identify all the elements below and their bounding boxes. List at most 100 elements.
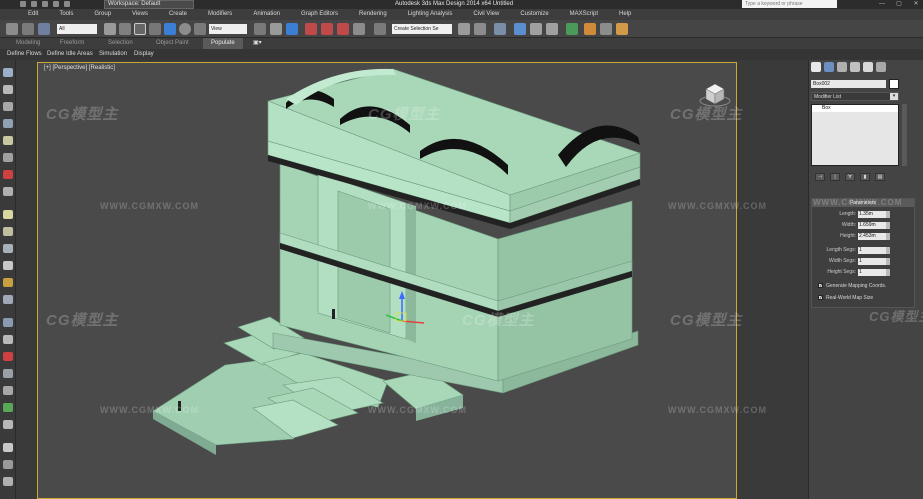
viewcube-icon[interactable] <box>698 77 732 111</box>
menu-views[interactable]: Views <box>132 9 148 20</box>
undo-icon[interactable] <box>53 1 59 7</box>
redo-icon[interactable] <box>64 1 70 7</box>
rendered-frame-window-icon[interactable] <box>600 23 612 35</box>
render-icon[interactable] <box>3 477 13 486</box>
new-file-icon[interactable] <box>20 1 26 7</box>
utilities-tab-icon[interactable] <box>876 62 886 72</box>
align-icon[interactable] <box>474 23 486 35</box>
cube-icon[interactable] <box>3 210 13 219</box>
close-icon[interactable]: ✕ <box>909 0 923 8</box>
width-input[interactable]: 1.659m <box>858 222 886 229</box>
teapot-icon[interactable] <box>3 295 13 304</box>
object-color-swatch[interactable] <box>889 79 899 89</box>
sun-icon[interactable] <box>3 278 13 287</box>
unlink-icon[interactable] <box>22 23 34 35</box>
stack-scrollbar[interactable] <box>902 104 907 166</box>
menu-edit[interactable]: Edit <box>28 9 38 20</box>
tab-modeling[interactable]: Modeling <box>16 38 40 49</box>
spinner-icon[interactable] <box>886 247 890 254</box>
configure-sets-icon[interactable]: ▤ <box>875 173 885 181</box>
spinner-icon[interactable] <box>886 258 890 265</box>
hierarchy-tab-icon[interactable] <box>837 62 847 72</box>
modify-tab-icon[interactable] <box>824 62 834 72</box>
selection-filter-dropdown[interactable]: All <box>57 24 97 34</box>
window-crossing-icon[interactable] <box>149 23 161 35</box>
open-file-icon[interactable] <box>31 1 37 7</box>
display-button[interactable]: Display <box>134 49 154 60</box>
pyramid-icon[interactable] <box>3 261 13 270</box>
mirror-icon[interactable] <box>458 23 470 35</box>
menu-rendering[interactable]: Rendering <box>359 9 387 20</box>
create-tab-icon[interactable] <box>811 62 821 72</box>
stack-item-box[interactable]: Box <box>812 105 898 112</box>
spinner-icon[interactable] <box>886 211 890 218</box>
define-idle-areas-button[interactable]: Define Idle Areas <box>47 49 93 60</box>
reference-coordinate-dropdown[interactable]: View <box>209 24 247 34</box>
simulation-button[interactable]: Simulation <box>99 49 127 60</box>
tab-freeform[interactable]: Freeform <box>60 38 84 49</box>
select-rotate-icon[interactable] <box>179 23 191 35</box>
generate-mapping-checkbox[interactable]: ✓ Generate Mapping Coords. <box>818 282 886 291</box>
edit-named-selection-icon[interactable] <box>374 23 386 35</box>
height-input[interactable]: 2.453m <box>858 233 886 240</box>
remove-modifier-icon[interactable]: ▮ <box>860 173 870 181</box>
menu-graph-editors[interactable]: Graph Editors <box>301 9 338 20</box>
wall-icon[interactable] <box>3 420 13 429</box>
object-name-field[interactable]: Box002 <box>811 80 886 88</box>
search-input[interactable]: Type a keyword or phrase <box>742 0 837 8</box>
modifier-list-dropdown[interactable]: Modifier List ▾ <box>811 92 899 101</box>
checkbox-checked-icon[interactable]: ✓ <box>818 295 823 301</box>
tab-object-paint[interactable]: Object Paint <box>156 38 189 49</box>
schematic-view-icon[interactable] <box>546 23 558 35</box>
rollout-title[interactable]: Parameters <box>812 199 914 207</box>
percent-snap-icon[interactable] <box>337 23 349 35</box>
pivot-center-icon[interactable] <box>254 23 266 35</box>
rectangular-selection-icon[interactable] <box>134 23 146 35</box>
height-segs-input[interactable]: 1 <box>858 269 886 276</box>
plane-icon[interactable] <box>3 119 13 128</box>
menu-modifiers[interactable]: Modifiers <box>208 9 232 20</box>
ribbon-options-icon[interactable]: ▣▾ <box>253 38 262 49</box>
save-file-icon[interactable] <box>42 1 48 7</box>
cylinder-icon[interactable] <box>3 102 13 111</box>
render-production-icon[interactable] <box>616 23 628 35</box>
grid-tool-icon[interactable] <box>3 460 13 469</box>
grid-icon[interactable] <box>3 318 13 327</box>
perspective-viewport[interactable]: [+] [Perspective] [Realistic] CG模型主 CG模型… <box>37 62 766 499</box>
shape-icon[interactable] <box>3 335 13 344</box>
select-scale-icon[interactable] <box>194 23 206 35</box>
show-end-result-icon[interactable]: | <box>830 173 840 181</box>
camera-icon[interactable] <box>3 187 13 196</box>
named-selection-dropdown[interactable]: Create Selection Se <box>392 24 452 34</box>
snaps-toggle-icon[interactable] <box>305 23 317 35</box>
render-setup-icon[interactable] <box>584 23 596 35</box>
menu-maxscript[interactable]: MAXScript <box>570 9 598 20</box>
spinner-icon[interactable] <box>886 233 890 240</box>
curve-editor-icon[interactable] <box>530 23 542 35</box>
tab-selection[interactable]: Selection <box>108 38 133 49</box>
foliage-icon[interactable] <box>3 403 13 412</box>
material-editor-icon[interactable] <box>566 23 578 35</box>
tube-icon[interactable] <box>3 153 13 162</box>
spinner-icon[interactable] <box>886 269 890 276</box>
menu-tools[interactable]: Tools <box>59 9 73 20</box>
spinner-icon[interactable] <box>886 222 890 229</box>
tab-populate[interactable]: Populate <box>203 38 243 49</box>
keyboard-shortcut-override-icon[interactable] <box>286 23 298 35</box>
geosphere-icon[interactable] <box>3 244 13 253</box>
workspace-dropdown[interactable]: Workspace: Default <box>104 0 194 9</box>
select-manipulate-icon[interactable] <box>270 23 282 35</box>
real-world-map-size-checkbox[interactable]: ✓ Real-World Map Size <box>818 294 873 303</box>
system-icon[interactable] <box>3 369 13 378</box>
graphite-toggle-icon[interactable] <box>514 23 526 35</box>
width-segs-input[interactable]: 1 <box>858 258 886 265</box>
layer-manager-icon[interactable] <box>494 23 506 35</box>
angle-snap-icon[interactable] <box>321 23 333 35</box>
motion-tab-icon[interactable] <box>850 62 860 72</box>
torus-icon[interactable] <box>3 136 13 145</box>
sphere-icon[interactable] <box>3 68 13 77</box>
menu-create[interactable]: Create <box>169 9 187 20</box>
select-by-name-icon[interactable] <box>119 23 131 35</box>
make-unique-icon[interactable]: ∀ <box>845 173 855 181</box>
select-object-icon[interactable] <box>104 23 116 35</box>
